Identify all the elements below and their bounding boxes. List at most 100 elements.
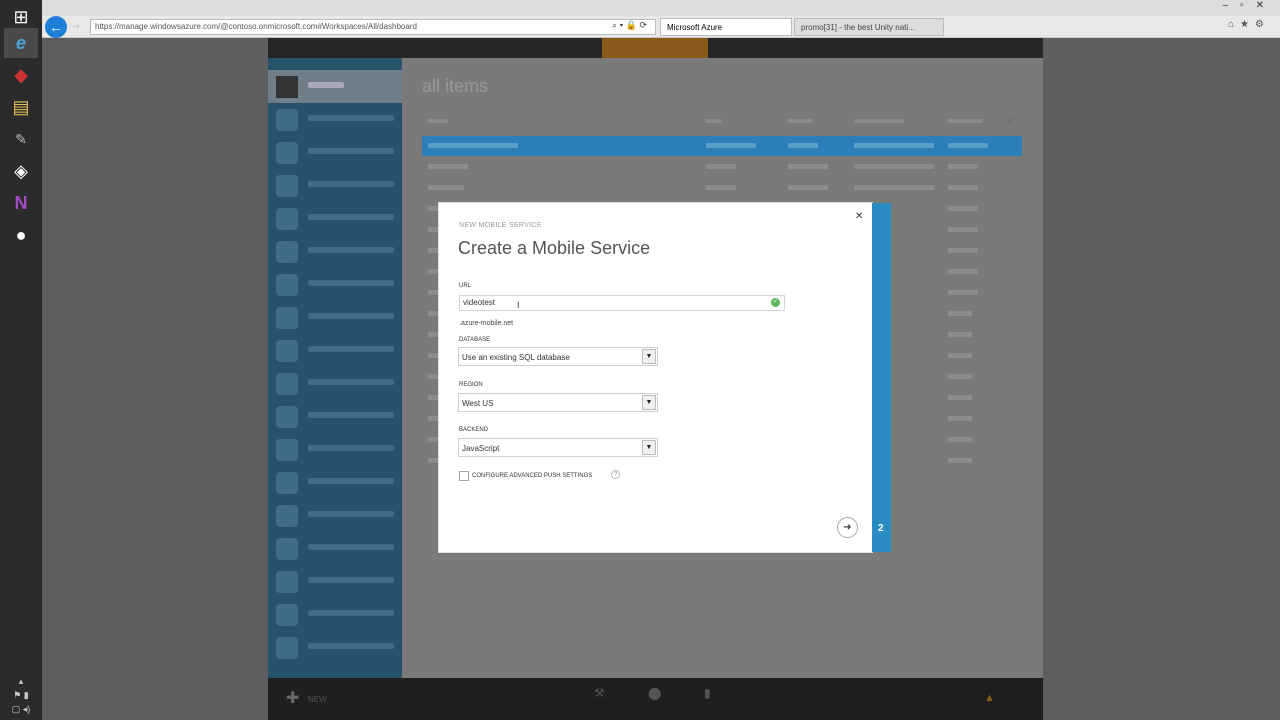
column-header[interactable] — [948, 119, 982, 123]
browser-icons[interactable]: ⌂★⚙ — [1228, 19, 1270, 30]
onenote-icon[interactable]: N — [4, 188, 38, 218]
search-icon[interactable]: ⌕ — [1008, 116, 1012, 126]
plus-icon[interactable]: ✚ — [286, 688, 299, 708]
sidebar-item[interactable] — [268, 136, 402, 169]
sidebar-item[interactable] — [268, 532, 402, 565]
backend-label: BACKEND — [459, 427, 489, 433]
push-settings-checkbox[interactable] — [459, 471, 469, 481]
table-row[interactable] — [422, 136, 1022, 156]
sidebar-item[interactable] — [268, 103, 402, 136]
portal-account[interactable] — [903, 38, 1043, 58]
address-bar-icons[interactable]: ⌕ ▾ 🔒 ⟳ — [612, 20, 647, 31]
cdn-icon — [276, 538, 298, 560]
recovery-icon — [276, 505, 298, 527]
database-select[interactable]: Use an existing SQL database ▼ — [458, 347, 658, 366]
tab-microsoft-azure[interactable]: Microsoft Azure — [660, 18, 792, 36]
sidebar-item[interactable] — [268, 367, 402, 400]
sidebar-item[interactable] — [268, 301, 402, 334]
next-arrow-icon[interactable]: ➜ — [837, 517, 858, 538]
tab-other[interactable]: promo[31] - the best Unity nati... — [794, 18, 944, 36]
tools-icon[interactable]: ✎ — [4, 124, 38, 154]
location-icon[interactable]: ⬤ — [648, 686, 662, 700]
create-mobile-service-dialog: ✕ NEW MOBILE SERVICE Create a Mobile Ser… — [439, 203, 872, 552]
service-bus-icon — [276, 373, 298, 395]
column-header[interactable] — [788, 119, 812, 123]
credit-banner[interactable] — [602, 38, 708, 58]
push-settings-label[interactable]: CONFIGURE ADVANCED PUSH SETTINGS — [472, 473, 592, 479]
cache-icon — [276, 439, 298, 461]
close-icon[interactable]: ✕ — [855, 211, 863, 222]
sidebar-item[interactable] — [268, 235, 402, 268]
column-header[interactable] — [706, 119, 722, 123]
sidebar-item[interactable] — [268, 400, 402, 433]
database-label: DATABASE — [459, 337, 491, 343]
sql-databases-icon — [276, 241, 298, 263]
internet-explorer-icon[interactable]: e — [4, 28, 38, 58]
sidebar-item[interactable] — [268, 268, 402, 301]
page-title: all items — [422, 76, 489, 96]
sidebar-item-all-items[interactable] — [268, 70, 402, 103]
sidebar-item[interactable] — [268, 466, 402, 499]
backend-select[interactable]: JavaScript ▼ — [458, 438, 658, 457]
sidebar-item[interactable] — [268, 202, 402, 235]
sidebar-item[interactable] — [268, 631, 402, 664]
portal-sidebar — [268, 58, 402, 678]
text-cursor-icon: I — [517, 300, 520, 310]
file-explorer-icon[interactable]: ▤ — [4, 92, 38, 122]
window-controls[interactable]: –▫✕ — [1223, 0, 1277, 11]
url-label: URL — [459, 283, 472, 289]
delete-icon[interactable]: ▮ — [704, 686, 718, 700]
command-bar: ✚ NEW ⚒ ⬤ ▮ ▲ — [268, 678, 1043, 720]
database-select-value: Use an existing SQL database — [462, 353, 570, 362]
sidebar-item[interactable] — [268, 334, 402, 367]
warning-icon[interactable]: ▲ — [984, 692, 995, 704]
chevron-down-icon[interactable]: ▼ — [642, 440, 656, 455]
region-label: REGION — [459, 382, 483, 388]
chevron-down-icon[interactable]: ▼ — [642, 395, 656, 410]
sidebar-item[interactable] — [268, 169, 402, 202]
sidebar-item[interactable] — [268, 499, 402, 532]
web-sites-icon — [276, 109, 298, 131]
app-icon[interactable]: ◆ — [4, 60, 38, 90]
back-arrow-icon[interactable]: ← — [45, 16, 67, 38]
new-button[interactable]: NEW — [308, 695, 327, 704]
browser-title-strip: –▫✕ — [42, 0, 1280, 16]
grid-icon — [276, 76, 298, 98]
region-select[interactable]: West US ▼ — [458, 393, 658, 412]
sidebar-item[interactable] — [268, 565, 402, 598]
virtual-machines-icon — [276, 142, 298, 164]
visual-studio-icon — [276, 406, 298, 428]
cloud-services-icon — [276, 208, 298, 230]
table-row[interactable] — [422, 178, 1022, 198]
help-icon[interactable]: ? — [611, 470, 620, 479]
wizard-step-number: 2 — [878, 523, 884, 534]
chevron-down-icon[interactable]: ▼ — [642, 349, 656, 364]
region-select-value: West US — [462, 399, 494, 408]
column-header[interactable] — [854, 119, 904, 123]
scheduler-icon — [276, 604, 298, 626]
system-tray: ▴ ⚑ ▮ ▢ ◂) — [11, 676, 31, 714]
wrench-icon[interactable]: ⚒ — [594, 686, 608, 700]
wizard-step-rail: 2 — [872, 203, 891, 552]
backend-select-value: JavaScript — [462, 444, 500, 453]
windows-taskbar: ⊞ e ◆ ▤ ✎ ◈ N ● ▴ ⚑ ▮ ▢ ◂) — [0, 0, 42, 720]
obs-icon[interactable]: ● — [4, 220, 38, 250]
url-suffix: .azure-mobile.net — [459, 320, 514, 327]
mobile-services-icon — [276, 175, 298, 197]
hdinsight-icon — [276, 307, 298, 329]
column-header[interactable] — [428, 119, 448, 123]
networks-icon — [276, 637, 298, 659]
table-row[interactable] — [422, 157, 1022, 177]
sidebar-item[interactable] — [268, 598, 402, 631]
forward-arrow-icon[interactable]: → — [71, 20, 85, 34]
sidebar-item[interactable] — [268, 433, 402, 466]
storage-icon — [276, 274, 298, 296]
address-bar[interactable]: https://manage.windowsazure.com/@contoso… — [90, 19, 656, 35]
biztalk-icon — [276, 472, 298, 494]
portal-header — [268, 38, 1043, 58]
dialog-title: Create a Mobile Service — [458, 238, 651, 258]
url-input[interactable]: videotest — [459, 295, 785, 311]
dialog-subtitle: NEW MOBILE SERVICE — [459, 222, 542, 229]
checkmark-icon: ✓ — [771, 298, 780, 307]
unity-icon[interactable]: ◈ — [4, 156, 38, 186]
